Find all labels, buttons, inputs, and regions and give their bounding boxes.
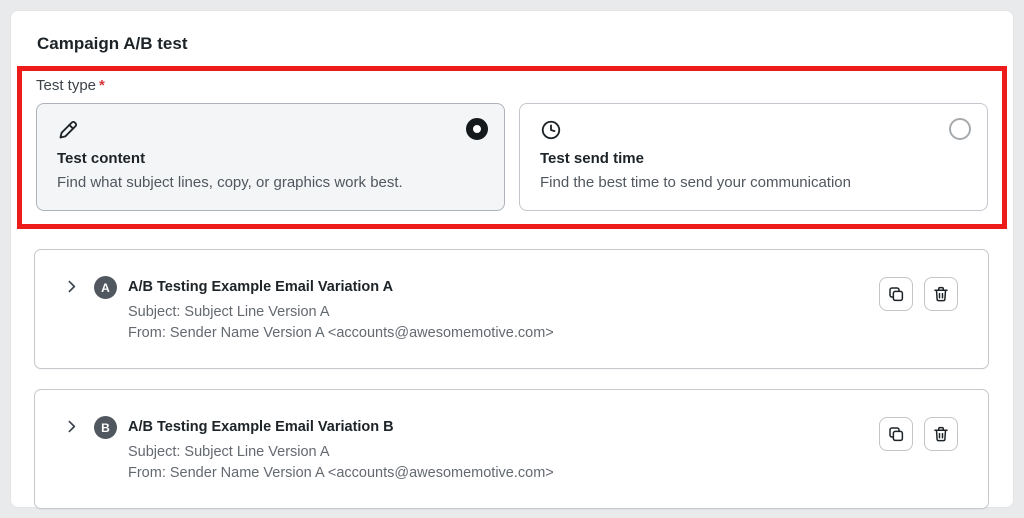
campaign-ab-test-panel: Campaign A/B test Test type* Test conten…: [10, 10, 1014, 508]
variation-text: A/B Testing Example Email Variation A Su…: [128, 276, 879, 344]
test-type-label: Test type*: [36, 77, 988, 94]
copy-button[interactable]: [879, 277, 913, 311]
option-test-send-time[interactable]: Test send time Find the best time to sen…: [519, 103, 988, 211]
copy-icon: [887, 285, 905, 303]
trash-icon: [932, 425, 950, 443]
option-description: Find the best time to send your communic…: [540, 174, 971, 191]
trash-icon: [932, 285, 950, 303]
variation-actions: [879, 277, 958, 311]
pencil-icon: [57, 119, 488, 141]
variation-row-a: A A/B Testing Example Email Variation A …: [34, 249, 989, 369]
test-type-highlight-box: Test type* Test content Find what subjec…: [17, 66, 1007, 229]
variation-title: A/B Testing Example Email Variation A: [128, 279, 879, 295]
chevron-right-icon[interactable]: [63, 278, 80, 295]
variation-actions: [879, 417, 958, 451]
copy-icon: [887, 425, 905, 443]
page-title: Campaign A/B test: [37, 34, 987, 54]
variation-from: From: Sender Name Version A <accounts@aw…: [128, 463, 879, 484]
variation-subject: Subject: Subject Line Version A: [128, 442, 879, 463]
variation-subject: Subject: Subject Line Version A: [128, 302, 879, 323]
copy-button[interactable]: [879, 417, 913, 451]
option-title: Test send time: [540, 150, 971, 167]
variation-badge: A: [94, 276, 117, 299]
variation-badge: B: [94, 416, 117, 439]
option-title: Test content: [57, 150, 488, 167]
radio-unselected[interactable]: [949, 118, 971, 140]
delete-button[interactable]: [924, 417, 958, 451]
test-type-options: Test content Find what subject lines, co…: [36, 103, 988, 211]
chevron-right-icon[interactable]: [63, 418, 80, 435]
option-description: Find what subject lines, copy, or graphi…: [57, 174, 488, 191]
variation-title: A/B Testing Example Email Variation B: [128, 419, 879, 435]
variation-from: From: Sender Name Version A <accounts@aw…: [128, 323, 879, 344]
variation-list: A A/B Testing Example Email Variation A …: [34, 249, 989, 509]
option-test-content[interactable]: Test content Find what subject lines, co…: [36, 103, 505, 211]
required-asterisk: *: [99, 77, 105, 94]
radio-selected[interactable]: [466, 118, 488, 140]
delete-button[interactable]: [924, 277, 958, 311]
clock-icon: [540, 119, 971, 141]
variation-text: A/B Testing Example Email Variation B Su…: [128, 416, 879, 484]
variation-row-b: B A/B Testing Example Email Variation B …: [34, 389, 989, 509]
